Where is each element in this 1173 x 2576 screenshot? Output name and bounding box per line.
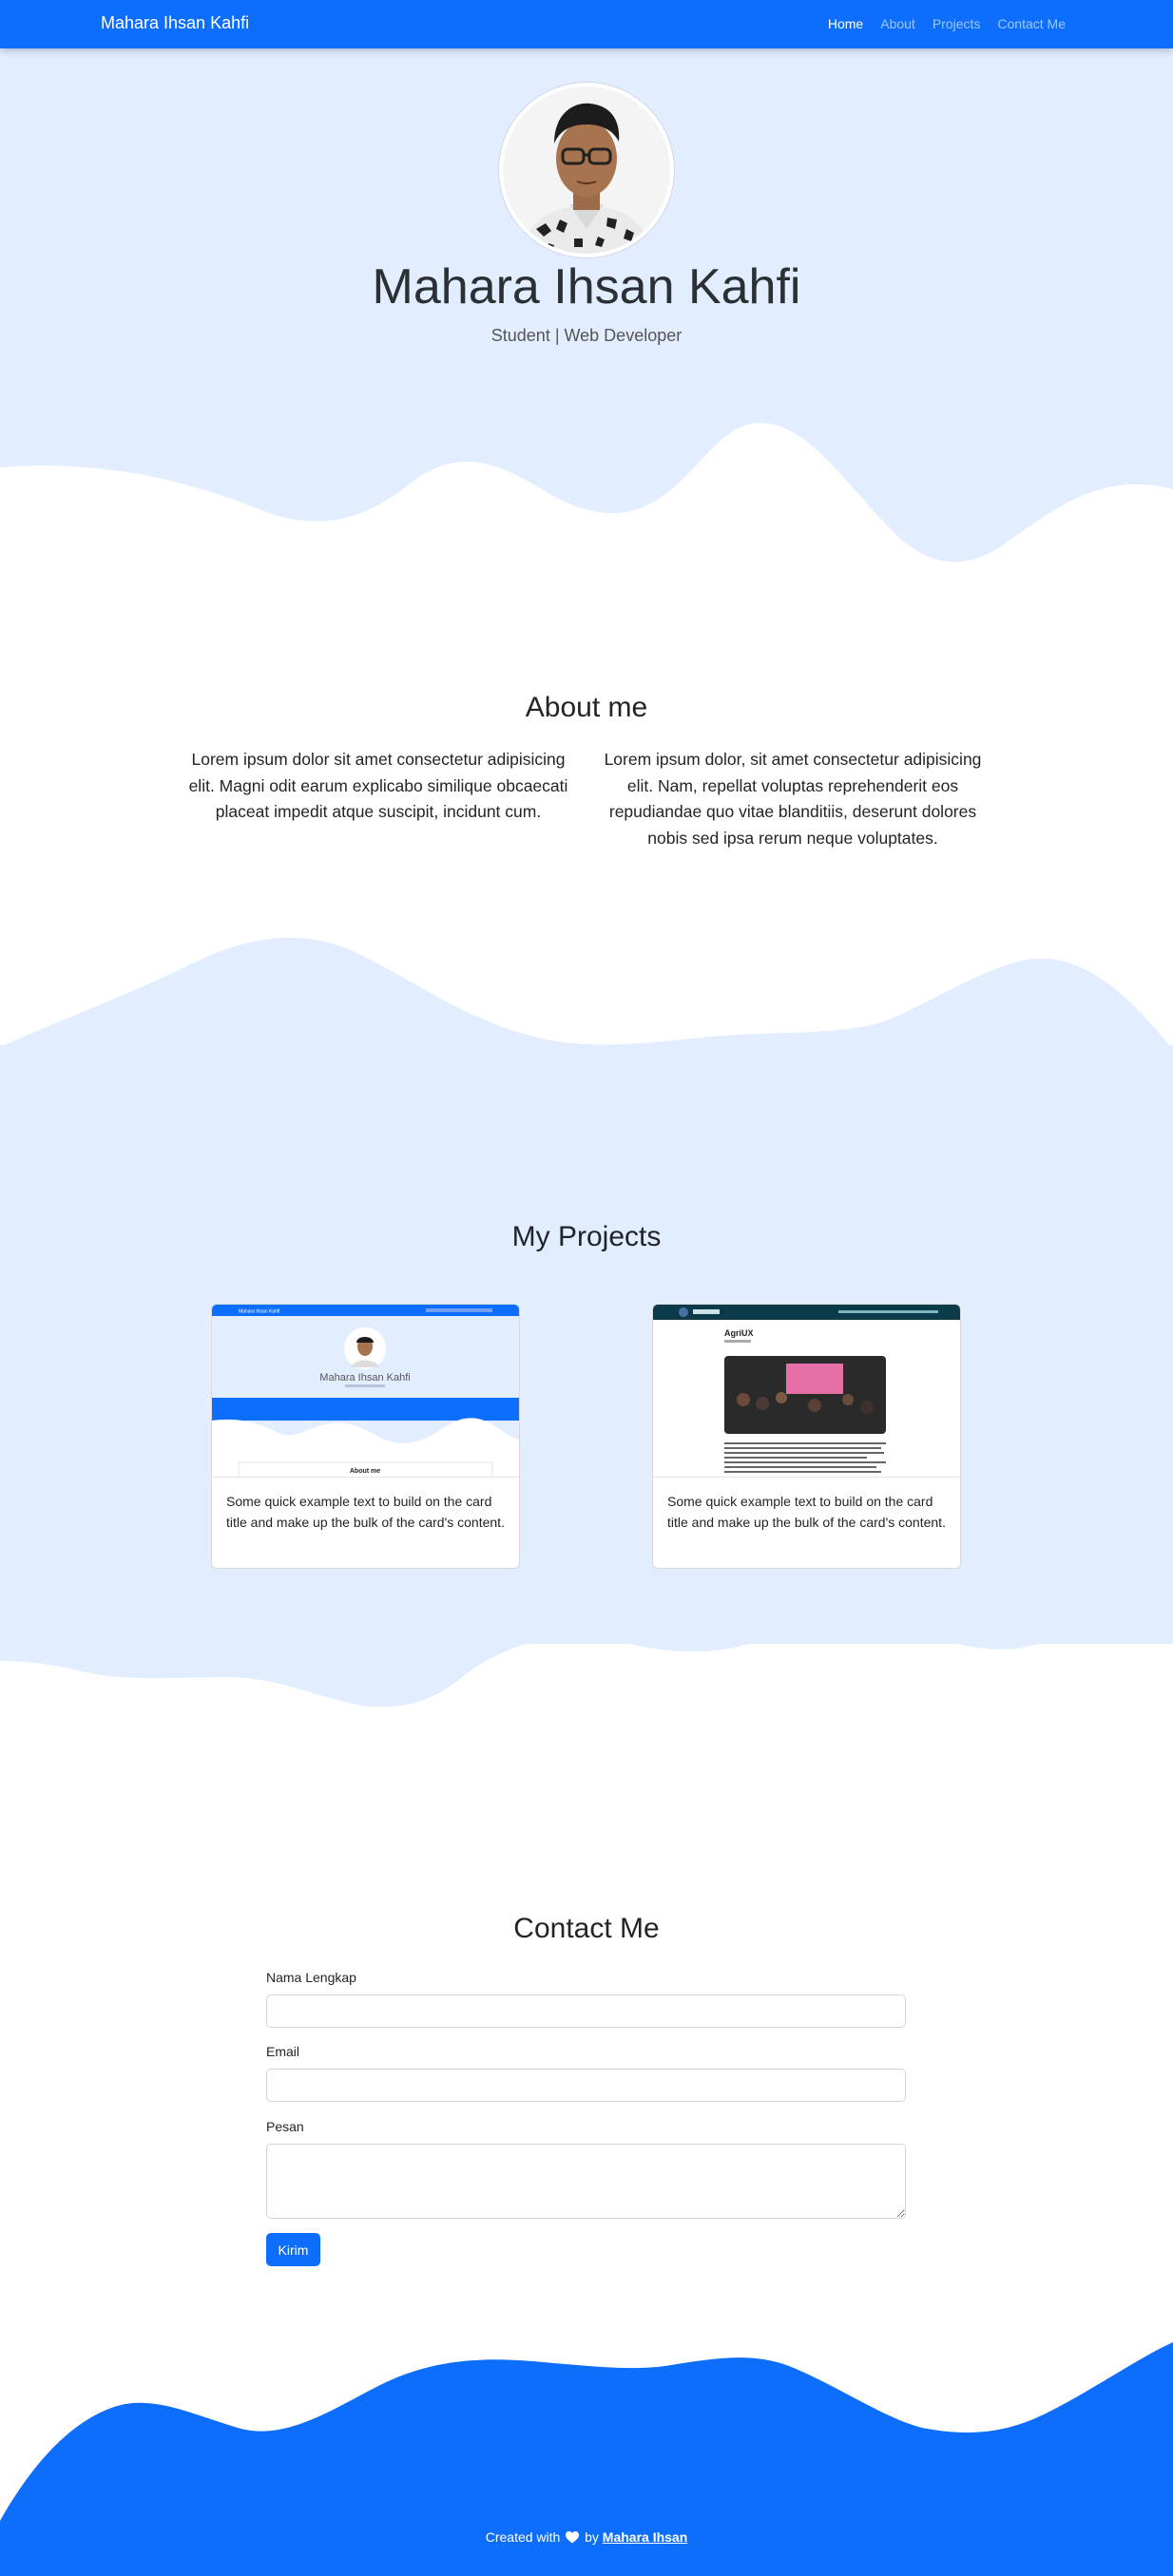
message-label: Pesan — [266, 2119, 304, 2134]
hero-name: Mahara Ihsan Kahfi — [372, 259, 801, 315]
project-card-2-image: AgriUX — [653, 1305, 960, 1478]
footer-prefix: Created with — [485, 2529, 561, 2545]
contact-title: Contact Me — [513, 1913, 660, 1944]
hero-wave — [0, 423, 1173, 599]
about-paragraph-2: Lorem ipsum dolor, sit amet consectetur … — [604, 750, 982, 848]
nav-link-contact[interactable]: Contact Me — [997, 16, 1066, 31]
preview-section: About me — [350, 1468, 380, 1475]
heart-icon — [566, 2531, 580, 2547]
hero-subtitle: Student | Web Developer — [490, 326, 683, 345]
projects-top-wave — [0, 937, 1173, 1050]
profile-avatar — [499, 83, 674, 258]
project-card-1-text: Some quick example text to build on the … — [226, 1494, 505, 1530]
nav-link-home[interactable]: Home — [828, 16, 863, 31]
footer-credit: Created with by Mahara Ihsan — [0, 2529, 1173, 2547]
submit-button[interactable]: Kirim — [266, 2233, 320, 2266]
email-input[interactable] — [266, 2069, 906, 2102]
project-card-1[interactable]: Mahara Ihsan Kahfi Mahara Ihsan Kahfi Ab… — [211, 1304, 520, 1569]
profile-photo — [503, 86, 670, 254]
message-textarea[interactable] — [266, 2144, 906, 2219]
email-label: Email — [266, 2044, 300, 2059]
projects-title: My Projects — [511, 1221, 662, 1252]
project-card-2[interactable]: AgriUX Some quick example text to build … — [652, 1304, 961, 1569]
preview-project-title: AgriUX — [724, 1328, 754, 1338]
preview-brand: Mahara Ihsan Kahfi — [239, 1309, 279, 1315]
about-title: About me — [525, 692, 648, 723]
project-card-1-image: Mahara Ihsan Kahfi Mahara Ihsan Kahfi Ab… — [212, 1305, 519, 1478]
navbar: Mahara Ihsan Kahfi Home About Projects C… — [0, 0, 1173, 48]
navbar-brand[interactable]: Mahara Ihsan Kahfi — [101, 13, 249, 33]
footer-author-link[interactable]: Mahara Ihsan — [603, 2529, 687, 2545]
fullname-input[interactable] — [266, 1994, 906, 2028]
projects-bottom-wave — [0, 1539, 1173, 1708]
portfolio-preview-image: Mahara Ihsan Kahfi Mahara Ihsan Kahfi Ab… — [212, 1305, 519, 1477]
project-card-2-text: Some quick example text to build on the … — [667, 1494, 946, 1530]
footer-by: by — [585, 2529, 599, 2545]
preview-name: Mahara Ihsan Kahfi — [319, 1372, 410, 1383]
about-paragraph-1: Lorem ipsum dolor sit amet consectetur a… — [188, 750, 568, 821]
nav-links: Home About Projects Contact Me — [828, 16, 1066, 31]
agriux-preview-image: AgriUX — [653, 1305, 960, 1477]
fullname-label: Nama Lengkap — [266, 1970, 356, 1985]
nav-link-projects[interactable]: Projects — [933, 16, 981, 31]
nav-link-about[interactable]: About — [880, 16, 915, 31]
